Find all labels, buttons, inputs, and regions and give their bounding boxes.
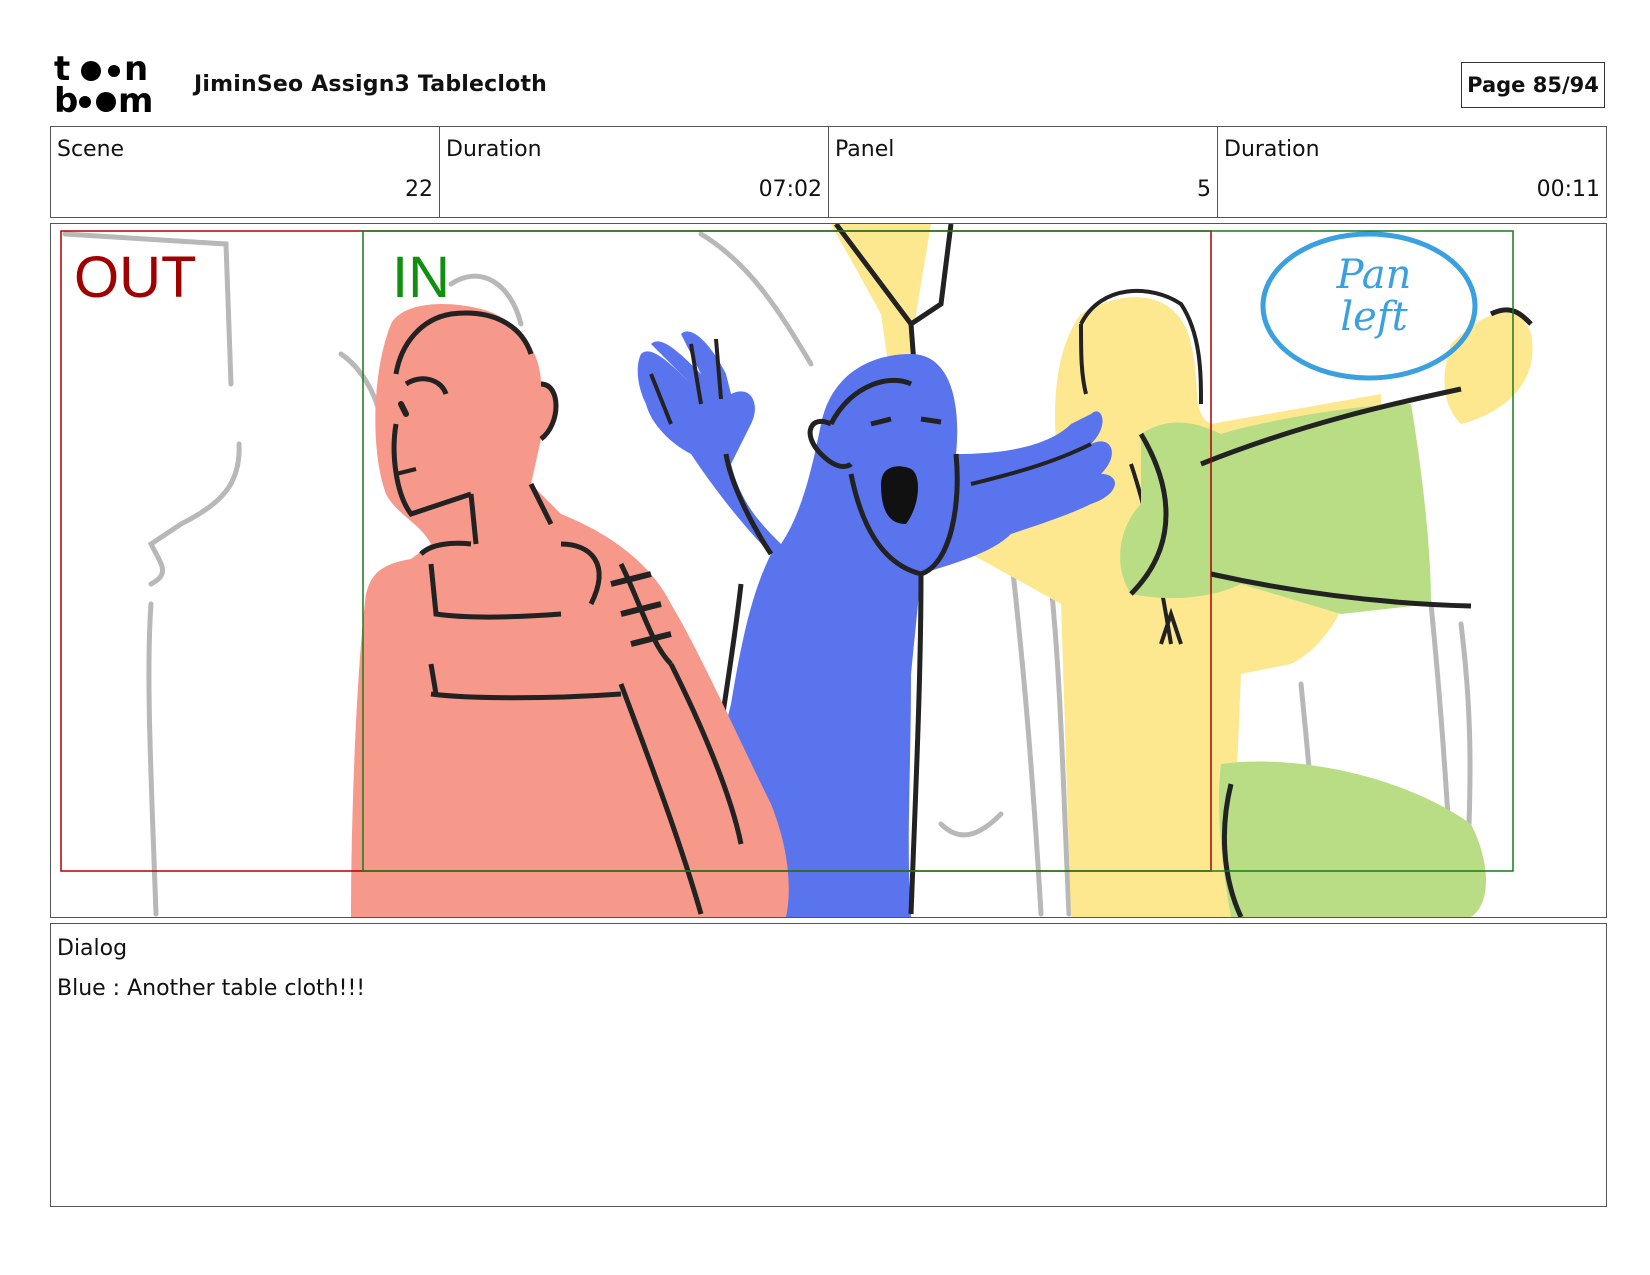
svg-text:m: m <box>118 81 153 116</box>
scene-info-table: Scene 22 Duration 07:02 Panel 5 Duration… <box>50 126 1607 218</box>
in-label: IN <box>392 245 450 310</box>
panel-label: Panel <box>835 137 895 162</box>
scene-value: 22 <box>405 177 433 202</box>
pan-left-text: Pan left <box>1336 252 1412 340</box>
panel-duration-value: 00:11 <box>1536 177 1600 202</box>
svg-text:b: b <box>54 81 78 116</box>
document-title: JiminSeo Assign3 Tablecloth <box>194 72 548 97</box>
out-label: OUT <box>74 245 197 310</box>
scene-duration-label: Duration <box>446 137 542 162</box>
storyboard-panel: OUT IN Pan left <box>50 223 1607 918</box>
panel-value: 5 <box>1197 177 1211 202</box>
page-number: Page 85/94 <box>1461 62 1605 108</box>
dialog-box: Dialog Blue : Another table cloth!!! <box>50 923 1607 1207</box>
panel-cell: Panel 5 <box>829 127 1218 217</box>
dialog-label: Dialog <box>57 936 128 961</box>
toon-boom-logo: t n b m <box>54 49 172 121</box>
scene-cell: Scene 22 <box>51 127 440 217</box>
scene-label: Scene <box>57 137 125 162</box>
panel-duration-label: Duration <box>1224 137 1320 162</box>
scene-duration-value: 07:02 <box>758 177 822 202</box>
scene-duration-cell: Duration 07:02 <box>440 127 829 217</box>
panel-duration-cell: Duration 00:11 <box>1218 127 1606 217</box>
dialog-text: Blue : Another table cloth!!! <box>57 976 366 1001</box>
